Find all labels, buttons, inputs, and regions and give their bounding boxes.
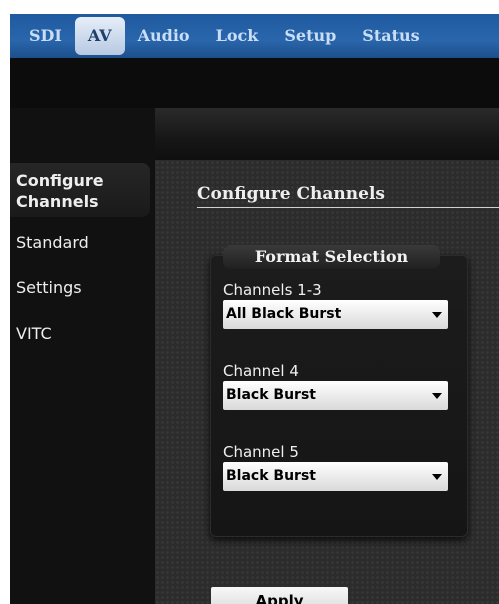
channel-5-select[interactable]: Black Burst bbox=[223, 462, 448, 491]
channel-5-value: Black Burst bbox=[226, 468, 316, 484]
tab-audio[interactable]: Audio bbox=[125, 17, 203, 55]
chevron-down-icon bbox=[432, 393, 442, 399]
channel-5-label: Channel 5 bbox=[223, 443, 299, 461]
channel-4-label: Channel 4 bbox=[223, 362, 299, 380]
channel-4-select[interactable]: Black Burst bbox=[223, 381, 448, 410]
tab-av[interactable]: AV bbox=[74, 17, 125, 55]
channels-1-3-select[interactable]: All Black Burst bbox=[223, 300, 448, 329]
channel-4-value: Black Burst bbox=[226, 387, 316, 403]
sidebar-item-standard[interactable]: Standard bbox=[10, 233, 150, 252]
panel-title: Format Selection bbox=[223, 245, 440, 269]
tab-setup[interactable]: Setup bbox=[271, 17, 349, 55]
app-frame: SDI AV Audio Lock Setup Status Configure… bbox=[10, 14, 499, 604]
section-title: Configure Channels bbox=[197, 184, 385, 204]
sidebar-item-vitc[interactable]: VITC bbox=[10, 324, 150, 343]
chevron-down-icon bbox=[432, 312, 442, 318]
channels-1-3-value: All Black Burst bbox=[226, 306, 342, 322]
sidebar: Configure Channels Standard Settings VIT… bbox=[10, 108, 155, 604]
sidebar-item-settings[interactable]: Settings bbox=[10, 278, 150, 297]
top-nav: SDI AV Audio Lock Setup Status bbox=[10, 14, 499, 58]
apply-button[interactable]: Apply bbox=[211, 587, 348, 604]
main-content: Configure Channels Format Selection Chan… bbox=[155, 160, 499, 604]
chevron-down-icon bbox=[432, 474, 442, 480]
sidebar-item-configure-channels[interactable]: Configure Channels bbox=[10, 163, 150, 217]
channels-1-3-label: Channels 1-3 bbox=[223, 281, 322, 299]
title-bar bbox=[155, 108, 499, 160]
tab-lock[interactable]: Lock bbox=[203, 17, 272, 55]
tab-sdi[interactable]: SDI bbox=[16, 17, 75, 55]
header-spacer bbox=[10, 58, 499, 108]
tab-status[interactable]: Status bbox=[349, 17, 432, 55]
format-selection-panel: Format Selection Channels 1-3 All Black … bbox=[210, 245, 468, 537]
section-divider bbox=[197, 207, 499, 208]
